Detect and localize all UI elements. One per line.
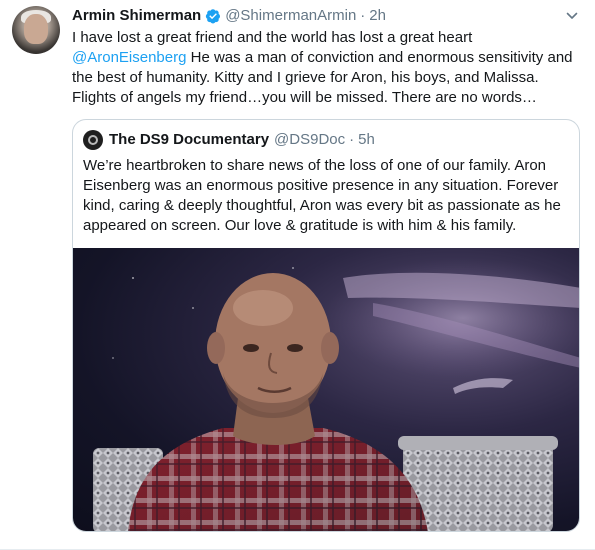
quoted-tweet-photo[interactable] xyxy=(73,248,579,531)
quoted-tweet-header: The DS9 Documentary @DS9Doc · 5h xyxy=(109,130,375,150)
tweet[interactable]: Armin Shimerman @ShimermanArmin · 2h I h… xyxy=(0,0,595,550)
separator-dot: · xyxy=(360,7,366,24)
tweet-timestamp[interactable]: 2h xyxy=(369,6,386,26)
author-name[interactable]: Armin Shimerman xyxy=(72,6,201,26)
quoted-tweet[interactable]: The DS9 Documentary @DS9Doc · 5h We’re h… xyxy=(72,119,580,532)
tweet-text-part-1: I have lost a great friend and the world… xyxy=(72,29,473,46)
author-handle[interactable]: @ShimermanArmin xyxy=(225,6,356,26)
quoted-author-handle[interactable]: @DS9Doc xyxy=(274,130,345,150)
mention-link[interactable]: @AronEisenberg xyxy=(72,49,186,66)
tweet-text: I have lost a great friend and the world… xyxy=(72,28,582,108)
quoted-tweet-text: We’re heartbroken to share news of the l… xyxy=(83,157,561,234)
quoted-tweet-timestamp[interactable]: 5h xyxy=(358,130,375,150)
quoted-author-name[interactable]: The DS9 Documentary xyxy=(109,130,269,150)
quoted-author-avatar[interactable] xyxy=(83,130,103,150)
verified-badge-icon xyxy=(205,8,221,24)
quoted-separator-dot: · xyxy=(349,131,355,148)
chevron-down-icon[interactable] xyxy=(565,9,579,23)
tweet-header: Armin Shimerman @ShimermanArmin · 2h xyxy=(72,6,386,26)
author-avatar[interactable] xyxy=(12,6,60,54)
